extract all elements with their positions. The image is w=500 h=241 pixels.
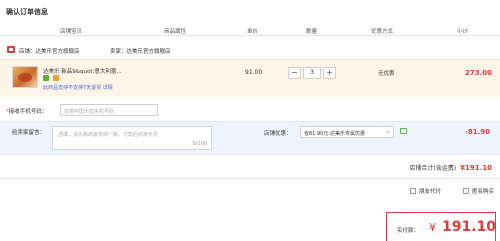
product-name[interactable]: 达美乐 新品9&quot;意大利蕾... — [43, 67, 143, 75]
order-options: 朋友代付 匿名购买 — [0, 187, 500, 199]
quantity-increase-button[interactable]: + — [323, 67, 336, 79]
return-policy: 此商品支持不支持7天退货 详情 — [43, 84, 113, 91]
seller-message-textarea[interactable]: 选填，请先和商家协商一致，付款后商家可见 0/200 — [52, 126, 212, 150]
shop-row: 店铺：达美乐官方旗舰店 卖家：达美乐官方旗舰店 — [0, 44, 500, 56]
promo-badge-icon — [52, 75, 59, 81]
service-badges — [43, 75, 61, 83]
chat-icon[interactable] — [400, 128, 407, 134]
coupon-selected-value: 省81.90元:达美乐专属优惠 — [304, 131, 365, 137]
friend-pay-checkbox[interactable] — [410, 188, 416, 194]
return-detail-link[interactable]: 详情 — [103, 85, 113, 91]
coupon-discount: -81.90 — [464, 128, 490, 136]
quantity-input[interactable]: 3 — [303, 67, 321, 79]
col-header-subtotal: 小计 — [457, 29, 469, 35]
store-link[interactable]: 店铺：达美乐官方旗舰店 — [19, 47, 80, 55]
shop-icon — [7, 46, 15, 53]
shop-total-amount: ¥191.10 — [460, 164, 492, 172]
phone-label: *接收手机号码： — [6, 107, 47, 115]
anonymous-label: 匿名购买 — [472, 189, 495, 195]
message-char-count: 0/200 — [192, 141, 207, 147]
table-header: 店铺宝贝 商品属性 单价 数量 优惠方式 小计 — [0, 24, 500, 36]
col-header-promo: 优惠方式 — [371, 29, 394, 35]
product-image[interactable] — [12, 66, 38, 88]
item-subtotal: 273.00 — [464, 69, 492, 77]
col-header-attributes: 商品属性 — [164, 29, 187, 35]
col-header-unit-price: 单价 — [247, 29, 259, 35]
phone-input[interactable]: 仅限中国大陆手机号码 — [60, 104, 158, 116]
col-header-quantity: 数量 — [306, 29, 318, 35]
payment-label: 实付款： — [397, 228, 420, 234]
message-label: 给卖家留言： — [12, 130, 46, 136]
chevron-down-icon: ⌵ — [385, 128, 390, 135]
unit-price: 91.00 — [245, 69, 263, 76]
message-coupon-block: 给卖家留言： 选填，请先和商家协商一致，付款后商家可见 0/200 店铺优惠： … — [0, 121, 500, 155]
phone-label-text: 接收手机号码： — [8, 109, 48, 115]
page-title: 确认订单信息 — [6, 8, 48, 16]
anonymous-option[interactable]: 匿名购买 — [463, 187, 494, 195]
payment-amount: 191.10 — [442, 219, 497, 235]
friend-pay-option[interactable]: 朋友代付 — [410, 187, 441, 195]
promo-method: 无优惠 — [378, 71, 395, 77]
phone-row: *接收手机号码： 仅限中国大陆手机号码 — [0, 104, 500, 116]
divider — [0, 178, 500, 179]
col-header-item: 店铺宝贝 — [60, 29, 83, 35]
service-badge-icon — [43, 75, 49, 81]
order-item: 达美乐 新品9&quot;意大利蕾... 此商品支持不支持7天退货 详情 91.… — [0, 59, 500, 97]
anonymous-checkbox[interactable] — [463, 188, 469, 194]
return-policy-text: 此商品支持不支持7天退货 — [43, 85, 102, 91]
quantity-decrease-button[interactable]: − — [288, 67, 301, 79]
shop-total-label: 店铺合计(含运费) — [409, 165, 457, 172]
friend-pay-label: 朋友代付 — [419, 189, 442, 195]
quantity-stepper: − 3 + — [288, 67, 336, 79]
message-placeholder: 选填，请先和商家协商一致，付款后商家可见 — [58, 132, 159, 138]
payment-summary: 实付款： ¥ 191.10 — [386, 212, 496, 241]
payment-currency: ¥ — [429, 221, 436, 234]
coupon-select[interactable]: 省81.90元:达美乐专属优惠 ⌵ — [300, 126, 394, 138]
coupon-label: 店铺优惠： — [264, 131, 292, 137]
shop-total: 店铺合计(含运费) ¥191.10 — [409, 163, 492, 172]
seller-link[interactable]: 卖家：达美乐官方旗舰店 — [110, 47, 171, 55]
